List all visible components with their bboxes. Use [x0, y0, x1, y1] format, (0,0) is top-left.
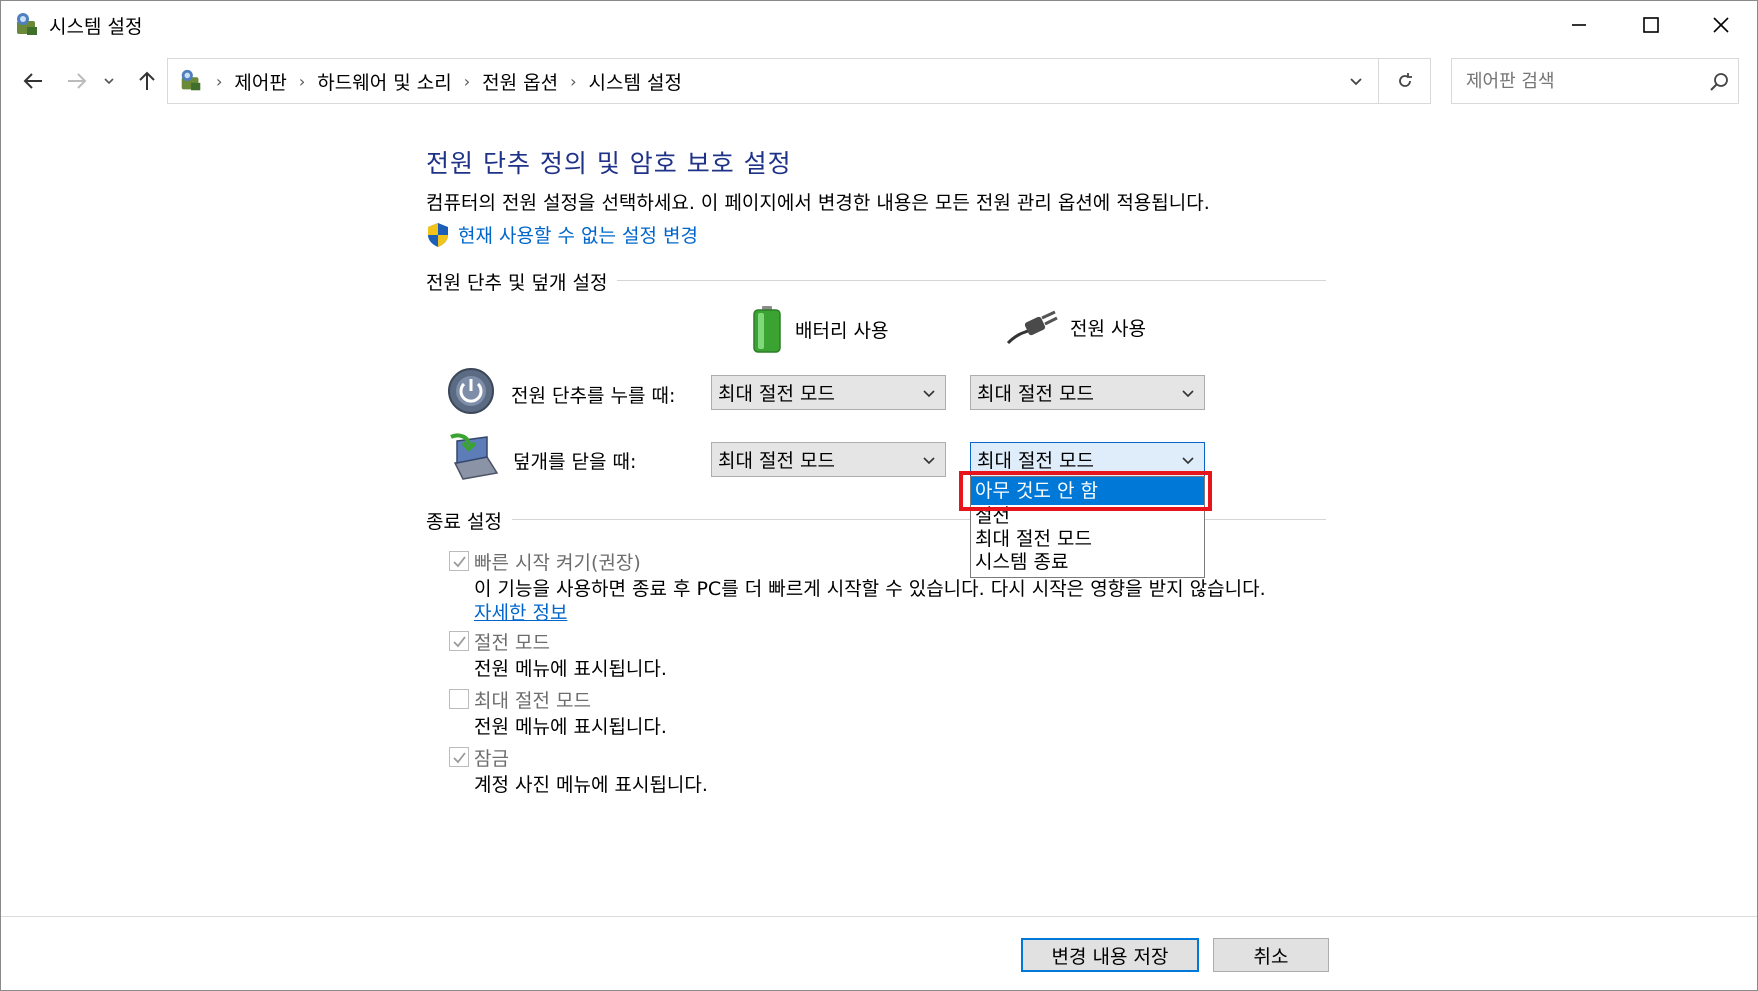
- recent-locations-button[interactable]: [99, 65, 119, 97]
- power-button-plugged-select[interactable]: 최대 절전 모드: [970, 375, 1205, 410]
- uac-shield-icon: [428, 222, 448, 247]
- minimize-button[interactable]: [1543, 1, 1615, 49]
- lid-close-plugged-value: 최대 절전 모드: [977, 450, 1094, 472]
- hibernate-checkbox[interactable]: [449, 689, 469, 709]
- breadcrumb-power-options[interactable]: 전원 옵션: [482, 68, 558, 95]
- breadcrumb-separator-icon: ›: [463, 71, 471, 91]
- back-button[interactable]: [17, 65, 49, 97]
- admin-settings-link-text[interactable]: 현재 사용할 수 없는 설정 변경: [458, 221, 698, 248]
- lid-close-plugged-select[interactable]: 최대 절전 모드: [970, 442, 1205, 477]
- checkmark-icon: [453, 752, 466, 764]
- search-box[interactable]: [1451, 58, 1739, 104]
- window: 시스템 설정 › 제어판 › 하드웨어 및 소리 › 전원 옵션 › 시스템 설…: [0, 0, 1758, 991]
- forward-button[interactable]: [61, 65, 93, 97]
- maximize-icon: [1643, 17, 1659, 33]
- address-bar[interactable]: › 제어판 › 하드웨어 및 소리 › 전원 옵션 › 시스템 설정: [167, 58, 1431, 104]
- breadcrumb-separator-icon: ›: [570, 71, 577, 91]
- shutdown-section-title: 종료 설정: [426, 507, 512, 534]
- control-panel-icon: [181, 69, 201, 91]
- laptop-lid-icon: [450, 433, 499, 480]
- admin-settings-link[interactable]: 현재 사용할 수 없는 설정 변경: [426, 221, 698, 248]
- hibernate-label: 최대 절전 모드: [474, 690, 591, 712]
- power-button-icon: [448, 368, 494, 414]
- page-title: 전원 단추 정의 및 암호 보호 설정: [426, 149, 792, 178]
- refresh-button[interactable]: [1378, 59, 1430, 103]
- power-button-plugged-value: 최대 절전 모드: [977, 383, 1094, 405]
- chevron-down-icon: [1182, 390, 1194, 398]
- up-button[interactable]: [131, 65, 163, 97]
- plugged-column-label: 전원 사용: [1070, 317, 1146, 340]
- dropdown-option-sleep[interactable]: 절전: [971, 505, 1204, 528]
- breadcrumb: › 제어판 › 하드웨어 및 소리 › 전원 옵션 › 시스템 설정: [178, 59, 682, 103]
- chevron-down-icon: [923, 457, 935, 465]
- lid-close-battery-value: 최대 절전 모드: [718, 450, 835, 472]
- page-description: 컴퓨터의 전원 설정을 선택하세요. 이 페이지에서 변경한 내용은 모든 전원…: [426, 192, 1210, 214]
- chevron-down-icon: [104, 78, 114, 85]
- dropdown-option-shutdown[interactable]: 시스템 종료: [971, 551, 1204, 574]
- sleep-description: 전원 메뉴에 표시됩니다.: [474, 658, 667, 680]
- lock-label: 잠금: [474, 748, 509, 770]
- lid-close-plugged-dropdown: 아무 것도 안 함 절전 최대 절전 모드 시스템 종료: [970, 476, 1205, 578]
- chevron-down-icon: [923, 390, 935, 398]
- checkmark-icon: [453, 636, 466, 648]
- refresh-icon: [1398, 73, 1412, 87]
- dropdown-option-do-nothing[interactable]: 아무 것도 안 함: [971, 477, 1204, 505]
- battery-column-label: 배터리 사용: [795, 319, 889, 342]
- close-icon: [1713, 17, 1729, 33]
- control-panel-icon: [17, 13, 37, 35]
- lid-close-battery-select[interactable]: 최대 절전 모드: [711, 442, 946, 477]
- breadcrumb-separator-icon: ›: [216, 71, 223, 91]
- hibernate-description: 전원 메뉴에 표시됩니다.: [474, 716, 667, 738]
- breadcrumb-system-settings[interactable]: 시스템 설정: [589, 68, 682, 95]
- lock-checkbox[interactable]: [449, 747, 469, 767]
- window-title: 시스템 설정: [49, 16, 143, 38]
- save-changes-button[interactable]: 변경 내용 저장: [1021, 938, 1199, 972]
- power-button-label: 전원 단추를 누를 때:: [511, 385, 676, 407]
- maximize-button[interactable]: [1615, 1, 1687, 49]
- arrow-right-icon: [68, 73, 87, 89]
- minimize-icon: [1572, 24, 1586, 26]
- breadcrumb-control-panel[interactable]: 제어판: [234, 68, 286, 95]
- search-icon[interactable]: [1708, 71, 1730, 93]
- power-button-battery-select[interactable]: 최대 절전 모드: [711, 375, 946, 410]
- chevron-down-icon: [1350, 78, 1362, 86]
- arrow-up-icon: [139, 71, 155, 90]
- cancel-button[interactable]: 취소: [1213, 938, 1329, 972]
- sleep-checkbox[interactable]: [449, 631, 469, 651]
- sleep-label: 절전 모드: [474, 632, 550, 654]
- power-plug-icon: [1006, 310, 1058, 345]
- power-button-battery-value: 최대 절전 모드: [718, 383, 835, 405]
- close-button[interactable]: [1685, 1, 1757, 49]
- chevron-down-icon: [1182, 457, 1194, 465]
- fast-startup-label: 빠른 시작 켜기(권장): [474, 552, 641, 574]
- breadcrumb-hardware-sound[interactable]: 하드웨어 및 소리: [317, 68, 451, 95]
- breadcrumb-separator-icon: ›: [298, 71, 306, 91]
- plugged-column-header: 전원 사용: [1006, 309, 1146, 345]
- fast-startup-checkbox[interactable]: [449, 551, 469, 571]
- lock-description: 계정 사진 메뉴에 표시됩니다.: [474, 774, 708, 796]
- footer-divider: [1, 916, 1757, 917]
- search-input[interactable]: [1452, 59, 1692, 103]
- checkmark-icon: [453, 556, 466, 568]
- battery-column-header: 배터리 사용: [751, 305, 888, 353]
- power-section-title: 전원 단추 및 덮개 설정: [426, 268, 618, 295]
- battery-icon: [753, 306, 781, 353]
- dropdown-option-hibernate[interactable]: 최대 절전 모드: [971, 528, 1204, 551]
- arrow-left-icon: [23, 73, 42, 89]
- more-info-link[interactable]: 자세한 정보: [474, 598, 567, 625]
- address-history-button[interactable]: [1336, 59, 1376, 103]
- lid-close-label: 덮개를 닫을 때:: [513, 451, 637, 473]
- fast-startup-description: 이 기능을 사용하면 종료 후 PC를 더 빠르게 시작할 수 있습니다. 다시…: [474, 578, 1266, 600]
- title-bar: 시스템 설정: [1, 1, 1757, 49]
